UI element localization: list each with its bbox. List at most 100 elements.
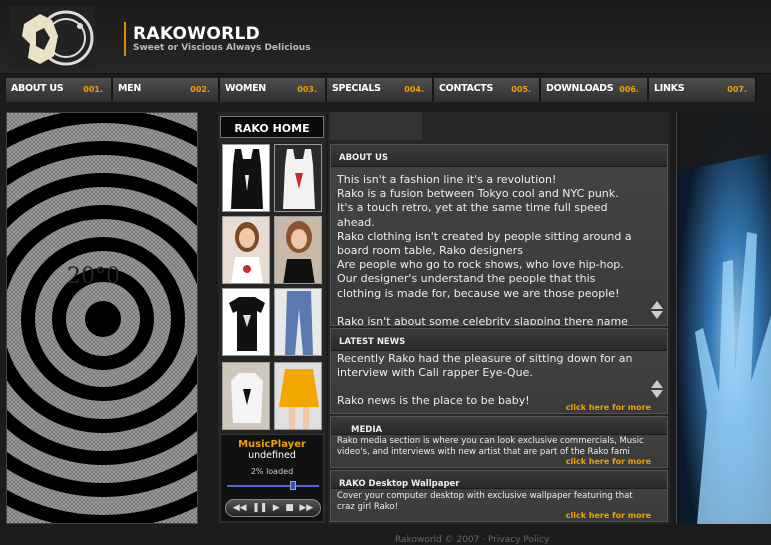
tee-image [229, 297, 265, 351]
header: RAKOWORLD Sweet or Viscious Always Delic… [0, 0, 771, 74]
news-more-link[interactable]: click here for more [566, 403, 651, 412]
nav-label: ABOUT US [11, 83, 64, 94]
model-photo [223, 363, 269, 429]
latest-news-header: LATEST NEWS [331, 329, 667, 351]
media-more-link[interactable]: click here for more [566, 457, 651, 466]
nav-label: LINKS [654, 83, 685, 94]
product-thumb-model-1[interactable] [222, 216, 270, 284]
rako-home-button[interactable]: RAKO HOME [220, 116, 324, 138]
about-spacer [337, 301, 635, 315]
nav-number: 005. [511, 85, 531, 94]
nav-label: SPECIALS [332, 83, 381, 94]
decor-text: 20°0 [67, 264, 120, 289]
player-loaded: 2% loaded [250, 467, 294, 476]
left-feature-panel: 20°0 [6, 112, 198, 524]
about-line: Rako is a fusion between Tokyo cool and … [337, 187, 619, 201]
about-scroll-arrows[interactable] [651, 301, 663, 319]
news-spacer [337, 380, 635, 394]
nav-label: CONTACTS [439, 83, 493, 94]
content-tab [330, 112, 422, 140]
play-icon[interactable]: ▶ [273, 503, 280, 513]
latest-news-box: LATEST NEWS Recently Rako had the pleasu… [330, 328, 668, 414]
media-box: MEDIA Rako media section is where you ca… [330, 416, 668, 468]
model-photo [275, 217, 321, 283]
nav-number: 002. [190, 85, 210, 94]
scroll-down-icon[interactable] [651, 390, 663, 398]
nav-number: 003. [297, 85, 317, 94]
tank-top-image [231, 149, 263, 209]
about-line: This isn't a fashion line it's a revolut… [337, 173, 557, 186]
brand-divider [124, 22, 126, 56]
site-title: RAKOWORLD [133, 24, 261, 44]
product-thumb-model-2[interactable] [274, 216, 322, 284]
nav-item-men[interactable]: MEN 002. [113, 78, 220, 102]
nav-item-women[interactable]: WOMEN 003. [220, 78, 327, 102]
scroll-down-icon[interactable] [651, 311, 663, 319]
nav-number: 001. [83, 85, 103, 94]
concentric-rings-image: 20°0 [7, 113, 197, 523]
news-line: Recently Rako had the pleasure of sittin… [337, 352, 633, 380]
previous-icon[interactable]: ◀◀ [233, 503, 247, 513]
tank-top-image [275, 145, 321, 211]
latest-news-text: Recently Rako had the pleasure of sittin… [331, 351, 667, 409]
nav-item-downloads[interactable]: DOWNLOADS 006. [541, 78, 649, 102]
about-line: Rako clothing isn't created by people si… [337, 229, 632, 258]
about-us-box: ABOUT US This isn't a fashion line it's … [330, 144, 668, 326]
next-icon[interactable]: ▶▶ [299, 503, 313, 513]
wallpaper-more-link[interactable]: click here for more [566, 511, 651, 520]
nav-label: MEN [118, 83, 141, 94]
player-controls: ◀◀ ❚❚ ▶ ■ ▶▶ [225, 499, 321, 517]
content-column: ABOUT US This isn't a fashion line it's … [328, 112, 670, 524]
nav-number: 006. [619, 85, 639, 94]
product-column: RAKO HOME MusicPlayer undefined 2% loade… [218, 112, 326, 524]
product-thumb-tank-black[interactable] [222, 144, 270, 212]
site-tagline: Sweet or Viscious Always Delicious [133, 43, 311, 53]
stop-icon[interactable]: ■ [285, 503, 294, 513]
nav-label: WOMEN [225, 83, 266, 94]
about-line: Are people who go to rock shows, who lov… [337, 258, 624, 300]
nav-number: 004. [404, 85, 424, 94]
scroll-up-icon[interactable] [651, 301, 663, 309]
product-thumb-model-3[interactable] [222, 362, 270, 430]
media-heading: MEDIA [351, 425, 383, 435]
nav-item-specials[interactable]: SPECIALS 004. [327, 78, 434, 102]
nav-item-about-us[interactable]: ABOUT US 001. [6, 78, 113, 102]
media-header: MEDIA [331, 417, 667, 435]
product-thumb-tank-white[interactable] [274, 144, 322, 212]
news-scroll-arrows[interactable] [651, 380, 663, 398]
about-line: It's a touch retro, yet at the same time… [337, 201, 608, 229]
pause-icon[interactable]: ❚❚ [252, 503, 267, 513]
jeans-image [275, 289, 321, 355]
footer-text: Rakoworld © 2007 · Privacy Policy [395, 535, 550, 545]
about-line: Rako isn't about some celebrity slapping… [337, 314, 628, 326]
media-text: Rako media section is where you can look… [337, 436, 644, 457]
product-thumb-skirt[interactable] [274, 362, 322, 430]
nav-number: 007. [727, 85, 747, 94]
main-nav: ABOUT US 001. MEN 002. WOMEN 003. SPECIA… [6, 78, 771, 102]
volume-slider-knob[interactable] [290, 481, 297, 490]
nav-item-links[interactable]: LINKS 007. [649, 78, 757, 102]
about-us-header: ABOUT US [331, 145, 667, 167]
latest-news-heading: LATEST NEWS [339, 337, 406, 347]
wallpaper-heading: RAKO Desktop Wallpaper [339, 479, 460, 489]
wallpaper-header: RAKO Desktop Wallpaper [331, 471, 667, 489]
nav-item-contacts[interactable]: CONTACTS 005. [434, 78, 541, 102]
wallpaper-box: RAKO Desktop Wallpaper Cover your comput… [330, 470, 668, 522]
volume-slider-track[interactable] [227, 485, 319, 487]
player-title: MusicPlayer [238, 439, 306, 450]
product-thumb-tee-black[interactable] [222, 288, 270, 356]
model-photo [223, 217, 269, 283]
scroll-up-icon[interactable] [651, 380, 663, 388]
skirt-image [275, 363, 321, 429]
about-us-text: This isn't a fashion line it's a revolut… [331, 167, 667, 326]
product-thumb-jeans[interactable] [274, 288, 322, 356]
rako-logo-icon[interactable] [10, 6, 94, 70]
right-feature-image [676, 112, 771, 524]
rako-home-label: RAKO HOME [234, 122, 310, 135]
glowing-hand-image [677, 112, 771, 524]
about-us-heading: ABOUT US [339, 153, 388, 163]
wallpaper-text: Cover your computer desktop with exclusi… [337, 491, 633, 512]
nav-label: DOWNLOADS [546, 83, 614, 94]
music-player: MusicPlayer undefined 2% loaded ◀◀ ❚❚ ▶ … [220, 434, 324, 522]
player-status: undefined [248, 450, 296, 461]
